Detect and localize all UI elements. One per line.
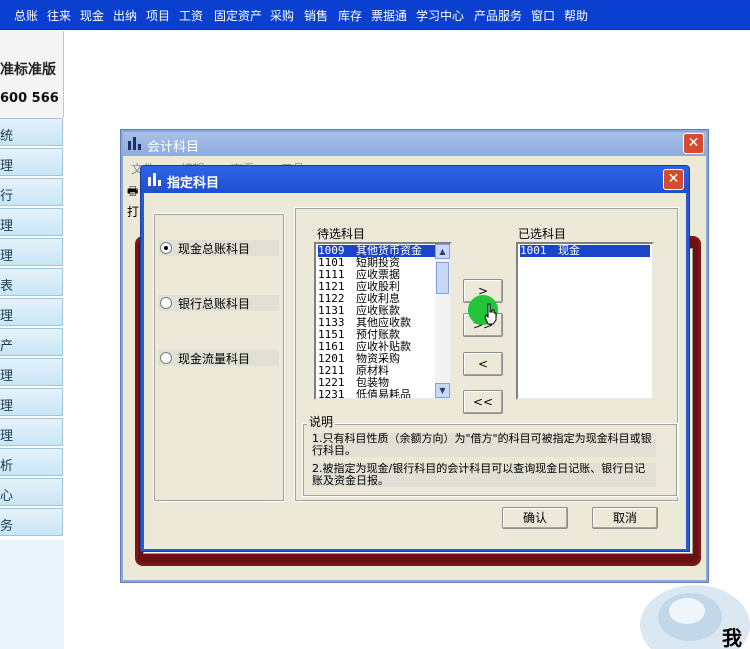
menu-window[interactable]: 窗口 <box>531 7 555 24</box>
menu-help[interactable]: 帮助 <box>564 7 588 24</box>
radio-label: 现金流量科目 <box>178 352 251 366</box>
available-accounts-list[interactable]: 1009 其他货币资金 1101 短期投资 1111 应收票据 1121 应收股利 11… <box>314 242 452 400</box>
left-sidebar: 统 理 行 理 理 表 理 产 理 理 理 析 心 务 <box>0 118 64 540</box>
note-item: 1.只有科目性质（余额方向）为"借方"的科目可被指定为现金科目或银行科目。 <box>312 433 656 457</box>
radio-label: 现金总账科目 <box>178 242 251 256</box>
radio-cash-ledger[interactable]: 现金总账科目 <box>158 240 279 256</box>
sidebar-background <box>0 540 64 649</box>
menu-cash[interactable]: 现金 <box>80 7 104 24</box>
account-window-close-button[interactable]: ✕ <box>683 133 704 154</box>
dialog-titlebar[interactable]: 指定科目 ✕ <box>141 166 689 193</box>
sidebar-item-manage-7[interactable]: 理 <box>0 418 63 446</box>
remove-all-button[interactable]: << <box>463 390 503 414</box>
sidebar-item-manage-6[interactable]: 理 <box>0 388 63 416</box>
scroll-down-icon[interactable]: ▼ <box>435 383 450 398</box>
selected-accounts-label: 已选科目 <box>518 227 567 241</box>
menu-receivables[interactable]: 往来 <box>47 7 71 24</box>
hand-cursor-icon <box>484 303 497 325</box>
radio-button[interactable] <box>160 297 172 309</box>
product-header: 准标准版 600 566 <box>0 31 64 118</box>
dialog-title: 指定科目 <box>167 176 220 191</box>
app-icon <box>127 136 143 152</box>
scroll-thumb[interactable] <box>436 262 449 294</box>
menu-payroll[interactable]: 工资 <box>179 7 203 24</box>
radio-button[interactable] <box>160 242 172 254</box>
radio-bank-ledger[interactable]: 银行总账科目 <box>158 295 279 311</box>
note-title: 说明 <box>307 413 336 430</box>
note-item: 2.被指定为现金/银行科目的会计科目可以查询现金日记账、银行日记账及资金日报。 <box>312 463 656 487</box>
account-window-titlebar[interactable]: 会计科目 ✕ <box>123 132 706 156</box>
selected-accounts-list[interactable]: 1001 现金 <box>516 242 654 400</box>
available-list-scrollbar[interactable]: ▲ ▼ <box>435 244 450 398</box>
available-accounts-label: 待选科目 <box>317 227 366 241</box>
sidebar-item-manage-5[interactable]: 理 <box>0 358 63 386</box>
cancel-button[interactable]: 取消 <box>592 507 658 529</box>
menu-sales[interactable]: 销售 <box>304 7 328 24</box>
list-item[interactable]: 1231 低值易耗品 <box>318 389 411 399</box>
designate-account-dialog: 指定科目 ✕ 现金总账科目 银行总账科目 现金流量科目 待选科目 已选科目 10… <box>140 165 690 552</box>
dialog-body: 现金总账科目 银行总账科目 现金流量科目 待选科目 已选科目 1009 其他货币资… <box>144 193 686 549</box>
sidebar-item-system[interactable]: 统 <box>0 118 63 146</box>
sidebar-item-reports[interactable]: 表 <box>0 268 63 296</box>
menu-learning-center[interactable]: 学习中心 <box>416 7 464 24</box>
radio-cash-flow[interactable]: 现金流量科目 <box>158 350 279 366</box>
support-phone: 600 566 <box>0 91 59 106</box>
menu-inventory[interactable]: 库存 <box>338 7 362 24</box>
sidebar-item-assets[interactable]: 产 <box>0 328 63 356</box>
dialog-app-icon <box>147 172 163 188</box>
sidebar-item-manage-4[interactable]: 理 <box>0 298 63 326</box>
printer-icon: 🖶 <box>127 184 139 198</box>
sidebar-item-service[interactable]: 务 <box>0 508 63 536</box>
radio-label: 银行总账科目 <box>178 297 251 311</box>
sidebar-item-manage-3[interactable]: 理 <box>0 238 63 266</box>
sidebar-item-manage-1[interactable]: 理 <box>0 148 63 176</box>
menu-cashier[interactable]: 出纳 <box>113 7 137 24</box>
menu-general-ledger[interactable]: 总账 <box>14 7 38 24</box>
dialog-close-button[interactable]: ✕ <box>663 169 684 190</box>
sidebar-item-bank[interactable]: 行 <box>0 178 63 206</box>
menu-product-service[interactable]: 产品服务 <box>474 7 522 24</box>
remove-one-button[interactable]: < <box>463 352 503 376</box>
menu-purchasing[interactable]: 采购 <box>270 7 294 24</box>
radio-button[interactable] <box>160 352 172 364</box>
menu-bill-service[interactable]: 票据通 <box>371 7 407 24</box>
main-menubar: 总账 往来 现金 出纳 项目 工资 固定资产 采购 销售 库存 票据通 学习中心… <box>0 0 750 30</box>
sidebar-item-center[interactable]: 心 <box>0 478 63 506</box>
menu-fixed-assets[interactable]: 固定资产 <box>214 7 262 24</box>
scroll-up-icon[interactable]: ▲ <box>435 244 450 259</box>
account-window-title: 会计科目 <box>147 140 200 155</box>
watermark-text: 我 <box>722 626 742 649</box>
confirm-button[interactable]: 确认 <box>502 507 568 529</box>
product-edition: 准标准版 <box>0 62 56 78</box>
sidebar-item-analysis[interactable]: 析 <box>0 448 63 476</box>
sidebar-item-manage-2[interactable]: 理 <box>0 208 63 236</box>
list-item[interactable]: 1001 现金 <box>520 245 650 257</box>
menu-project[interactable]: 项目 <box>146 7 170 24</box>
